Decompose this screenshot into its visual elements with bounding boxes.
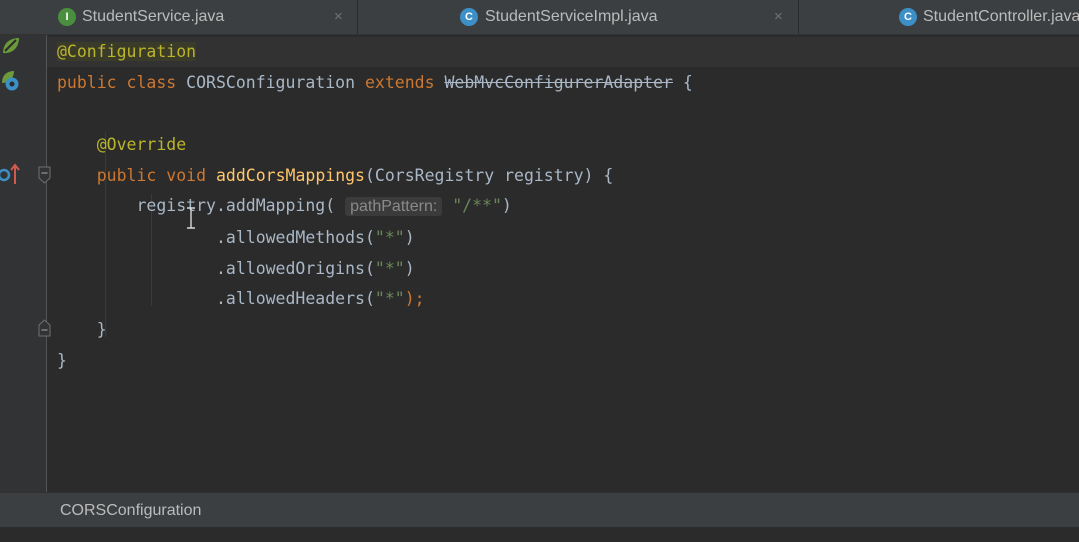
code-line-5: public void addCorsMappings(CorsRegistry… bbox=[57, 161, 614, 191]
spring-config-icon[interactable] bbox=[0, 69, 22, 93]
keyword-extends: extends bbox=[364, 73, 435, 92]
close-brace: } bbox=[96, 320, 107, 339]
breadcrumb: CORSConfiguration bbox=[0, 492, 1079, 528]
class-name: CORSConfiguration bbox=[186, 73, 356, 92]
tab-label: StudentController.java bbox=[923, 8, 1079, 25]
close-paren: ) bbox=[404, 259, 415, 278]
code-line-4: @Override bbox=[57, 130, 186, 160]
parameter-hint: pathPattern: bbox=[345, 197, 443, 216]
class-icon: C bbox=[460, 8, 478, 26]
bottom-strip bbox=[0, 527, 1079, 542]
breadcrumb-item-class[interactable]: CORSConfiguration bbox=[60, 493, 201, 528]
close-paren: ) bbox=[501, 196, 512, 215]
string-literal: "/**" bbox=[452, 196, 502, 215]
tab-student-service[interactable]: I StudentService.java × bbox=[0, 0, 358, 34]
tab-label: StudentService.java bbox=[82, 8, 225, 25]
tab-label: StudentServiceImpl.java bbox=[485, 8, 658, 25]
code-line-9: .allowedHeaders("*"); bbox=[57, 284, 425, 314]
class-icon: C bbox=[899, 8, 917, 26]
allowed-headers-call: .allowedHeaders( bbox=[215, 289, 375, 308]
tab-student-service-impl[interactable]: C StudentServiceImpl.java × bbox=[358, 0, 799, 34]
allowed-methods-call: .allowedMethods( bbox=[215, 228, 375, 247]
override-method-icon[interactable] bbox=[0, 162, 22, 188]
close-brace: } bbox=[57, 351, 67, 370]
close-icon[interactable]: × bbox=[334, 0, 343, 34]
add-mapping-call: registry.addMapping( bbox=[136, 196, 336, 215]
editor-tab-bar: I StudentService.java × C StudentService… bbox=[0, 0, 1079, 35]
keyword-public: public bbox=[57, 73, 117, 92]
code-line-6: registry.addMapping( pathPattern: "/**") bbox=[57, 191, 512, 221]
tab-student-controller[interactable]: C StudentController.java bbox=[799, 0, 1079, 34]
allowed-origins-call: .allowedOrigins( bbox=[215, 259, 375, 278]
text-cursor-icon bbox=[187, 207, 195, 229]
string-literal: "*" bbox=[374, 259, 405, 278]
code-line-11: } bbox=[57, 346, 67, 376]
override-annotation: @Override bbox=[96, 135, 187, 154]
keyword-public: public bbox=[96, 166, 157, 185]
method-params: (CorsRegistry registry) { bbox=[365, 166, 614, 185]
code-line-10: } bbox=[57, 315, 107, 345]
string-literal: "*" bbox=[374, 289, 405, 308]
code-line-2: public class CORSConfiguration extends W… bbox=[57, 68, 693, 98]
configuration-annotation: @Configuration bbox=[57, 42, 197, 61]
code-line-8: .allowedOrigins("*") bbox=[57, 254, 415, 284]
ide-editor-window: I StudentService.java × C StudentService… bbox=[0, 0, 1079, 542]
keyword-class: class bbox=[126, 73, 177, 92]
editor-gutter bbox=[0, 35, 51, 492]
close-paren: ) bbox=[404, 228, 415, 247]
code-line-7: .allowedMethods("*") bbox=[57, 223, 415, 253]
close-paren-semicolon: ); bbox=[404, 289, 425, 308]
code-editor[interactable]: @Configuration public class CORSConfigur… bbox=[47, 35, 1079, 492]
close-icon[interactable]: × bbox=[774, 0, 783, 34]
string-literal: "*" bbox=[374, 228, 405, 247]
caret-line-highlight bbox=[47, 37, 1079, 67]
open-brace: { bbox=[682, 73, 693, 92]
keyword-void: void bbox=[166, 166, 207, 185]
method-name: addCorsMappings bbox=[215, 166, 365, 185]
spring-bean-icon[interactable] bbox=[0, 35, 22, 57]
code-line-1: @Configuration bbox=[57, 37, 197, 67]
deprecated-superclass: WebMvcConfigurerAdapter bbox=[444, 73, 673, 92]
interface-icon: I bbox=[58, 8, 76, 26]
